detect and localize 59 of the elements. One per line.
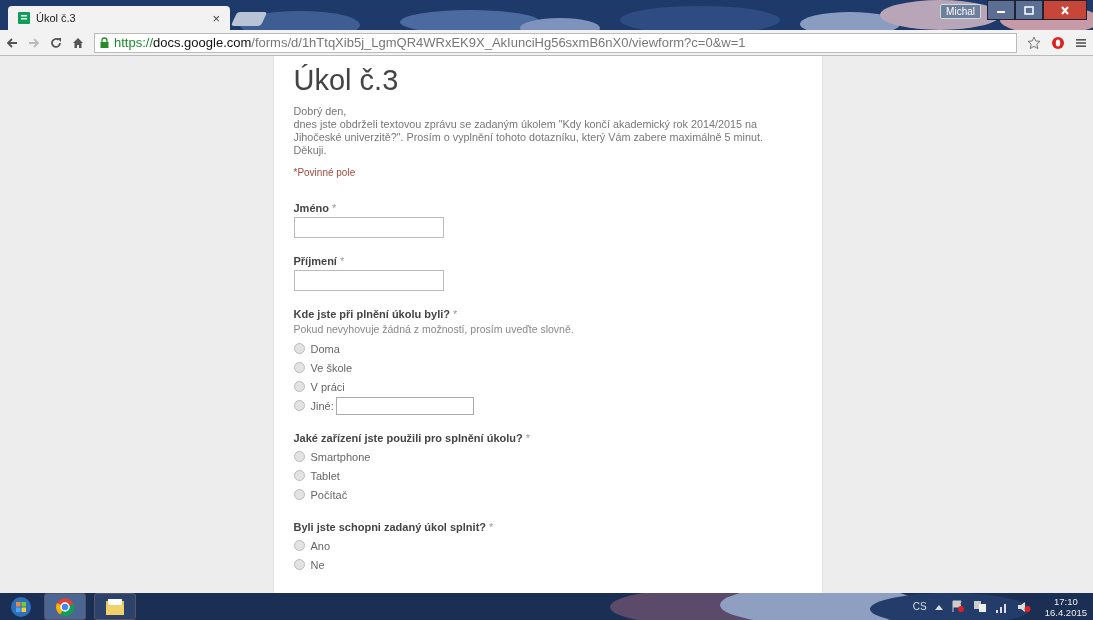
home-icon[interactable] xyxy=(72,36,84,49)
question-label: Byli jste schopni zadaný úkol splnit? * xyxy=(293,521,495,533)
radio-button[interactable] xyxy=(293,400,305,411)
input-field[interactable] xyxy=(293,270,444,291)
volume-icon[interactable] xyxy=(1016,600,1031,613)
clock-time: 17:10 xyxy=(1053,595,1078,607)
option-label: Doma xyxy=(310,342,340,355)
option-label: V práci xyxy=(310,380,345,393)
option-label: Ve škole xyxy=(310,361,353,374)
reload-icon[interactable] xyxy=(50,36,62,49)
radio-button[interactable] xyxy=(293,559,305,570)
option-label: Jiné: xyxy=(310,399,334,412)
caret-icon[interactable] xyxy=(934,603,943,610)
lock-icon xyxy=(100,37,109,48)
close-tab-button[interactable]: × xyxy=(212,10,220,26)
question-help: Pokud nevyhovuje žádná z možností, prosím uveďte slovně. xyxy=(293,323,575,335)
clock[interactable]: 17:10 16.4.2015 xyxy=(1044,595,1087,618)
description-line: Děkuji. xyxy=(293,144,328,157)
browser-tab[interactable]: Úkol č.3 × xyxy=(8,6,230,30)
maximize-button[interactable] xyxy=(1015,0,1043,20)
extension-icon[interactable] xyxy=(1051,35,1065,50)
radio-button[interactable] xyxy=(293,451,305,462)
radio-button[interactable] xyxy=(293,470,305,481)
folder-taskbar-icon[interactable] xyxy=(94,593,136,620)
question-label: Kde jste při plnění úkolu byli? * xyxy=(293,308,459,320)
minimize-button[interactable] xyxy=(987,0,1015,20)
option-label: Ne xyxy=(310,558,325,571)
flag-icon[interactable] xyxy=(950,600,965,613)
question-label: Příjmení * xyxy=(293,255,346,267)
star-icon[interactable] xyxy=(1027,35,1041,50)
description-line: dnes jste obdrželi textovou zprávu se zadaným úkolem "Kdy končí akademický rok 2014/2015 na Jihočeské univerzitě?". Prosím o vyplnění tohoto dotazníku, který Vám zabere maximálně 5 minut. xyxy=(293,118,765,144)
question-label: Jaké zařízení jste použili pro splnění úkolu? * xyxy=(293,432,532,444)
option-label: Počítač xyxy=(310,488,348,501)
option-label: Smartphone xyxy=(310,450,371,463)
option-label: Ano xyxy=(310,539,331,552)
address-bar[interactable]: https://docs.google.com/forms/d/1hTtqXib5j_LgmQR4WRxEK9X_AkIunciHg56sxmB6nX0/viewform?c=0&w=1 xyxy=(94,32,1017,53)
radio-button[interactable] xyxy=(293,489,305,500)
option-label: Tablet xyxy=(310,469,340,482)
required-note: *Povinné pole xyxy=(293,167,357,178)
form-icon xyxy=(18,12,30,24)
language-indicator[interactable]: CS xyxy=(912,601,927,612)
browser-taskbar-icon[interactable] xyxy=(44,593,86,620)
user-button[interactable]: Michal xyxy=(940,4,981,19)
form-title: Úkol č.3 xyxy=(293,64,400,97)
radio-button[interactable] xyxy=(293,343,305,354)
input-field[interactable] xyxy=(293,217,444,238)
radio-button[interactable] xyxy=(293,381,305,392)
description-line: Dobrý den, xyxy=(293,105,348,118)
clock-date: 16.4.2015 xyxy=(1044,606,1087,618)
back-icon[interactable] xyxy=(6,36,18,49)
question-label: Jméno * xyxy=(293,202,338,214)
maximize-icon xyxy=(1024,5,1034,15)
close-icon xyxy=(1060,5,1070,15)
close-button[interactable] xyxy=(1043,0,1087,20)
other-input-field[interactable] xyxy=(335,396,474,415)
menu-icon[interactable] xyxy=(1075,36,1087,49)
radio-button[interactable] xyxy=(293,362,305,373)
network-icon[interactable] xyxy=(972,600,987,613)
radio-button[interactable] xyxy=(293,540,305,551)
